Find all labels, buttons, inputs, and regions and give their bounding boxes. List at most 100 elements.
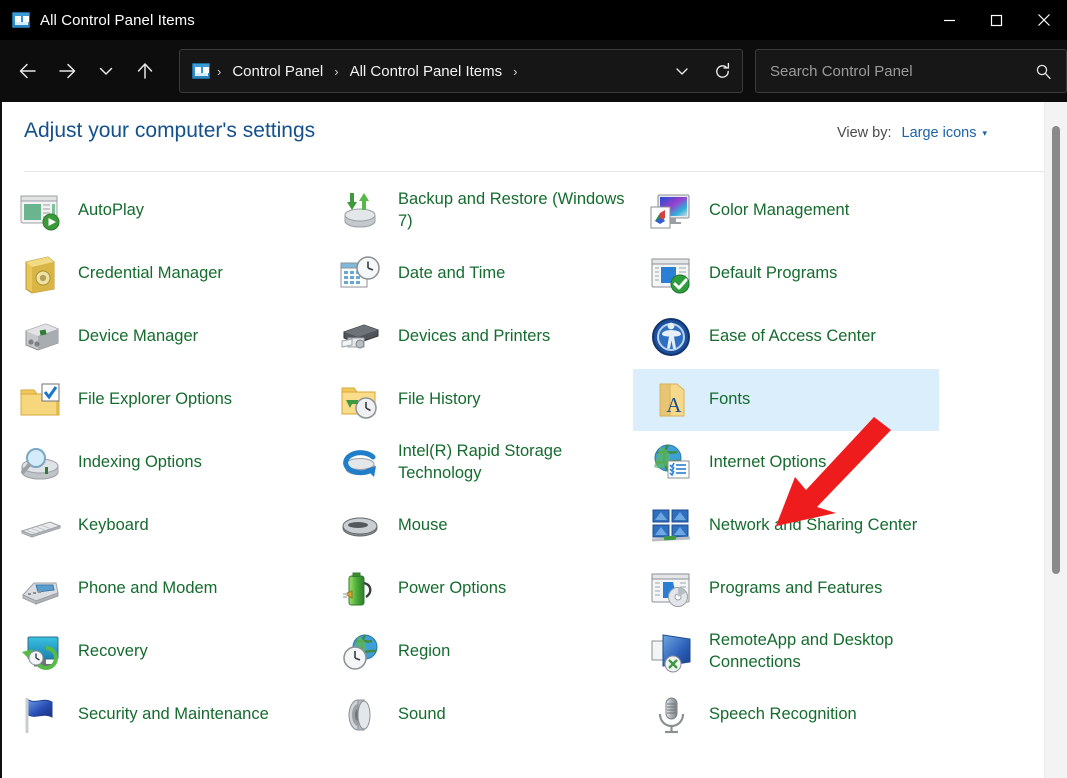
control-panel-item-label: Mouse [398,516,448,535]
maximize-button[interactable] [973,0,1020,40]
control-panel-item-devices-and-printers[interactable]: Devices and Printers [322,306,633,368]
view-by-value[interactable]: Large icons [902,125,977,141]
control-panel-item-label: Programs and Features [709,579,883,598]
search-input[interactable]: Search Control Panel [770,63,1035,80]
control-panel-item-fonts[interactable]: A Fonts [633,369,939,431]
control-panel-item-label: Keyboard [78,516,149,535]
control-panel-item-label: File Explorer Options [78,390,233,409]
control-panel-item-label: AutoPlay [78,201,145,220]
control-panel-item-speech-recognition[interactable]: Speech Recognition [633,684,939,746]
control-panel-item-label: Internet Options [709,453,827,472]
programs-features-icon [647,565,695,613]
control-panel-item-label: RemoteApp and Desktop Connections [709,631,894,671]
breadcrumb-control-panel[interactable]: Control Panel [228,60,327,83]
speech-recognition-icon [647,691,695,739]
control-panel-item-autoplay[interactable]: AutoPlay [2,180,322,242]
control-panel-item-backup-and-restore-windows-7[interactable]: Backup and Restore (Windows 7) [322,180,633,242]
view-by-label: View by: [836,125,892,141]
close-button[interactable] [1020,0,1067,40]
caption-buttons [926,0,1067,40]
control-panel-item-programs-and-features[interactable]: Programs and Features [633,558,939,620]
up-button[interactable] [126,51,165,91]
control-panel-item-file-explorer-options[interactable]: File Explorer Options [2,369,322,431]
control-panel-item-sound[interactable]: Sound [322,684,633,746]
control-panel-item-security-and-maintenance[interactable]: Security and Maintenance [2,684,322,746]
control-panel-item-phone-and-modem[interactable]: Phone and Modem [2,558,322,620]
window-title: All Control Panel Items [40,11,195,29]
back-button[interactable] [8,51,47,91]
breadcrumb-separator: › [217,63,222,79]
recovery-icon [16,628,64,676]
control-panel-item-remoteapp-and-desktop-connections[interactable]: RemoteApp and Desktop Connections [633,621,939,683]
sound-icon [336,691,384,739]
control-panel-item-grid: AutoPlay Credential Manager Device Manag… [2,180,1042,778]
title-bar: All Control Panel Items [0,0,1067,40]
default-programs-icon [647,250,695,298]
control-panel-item-default-programs[interactable]: Default Programs [633,243,939,305]
vertical-scrollbar[interactable] [1044,102,1067,778]
credential-manager-icon [16,250,64,298]
control-panel-item-label: Credential Manager [78,264,223,283]
control-panel-item-label: Phone and Modem [78,579,218,598]
intel-rst-icon [336,439,384,487]
control-panel-item-color-management[interactable]: Color Management [633,180,939,242]
remoteapp-icon [647,628,695,676]
search-box[interactable]: Search Control Panel [755,49,1067,93]
backup-restore-icon [336,187,384,235]
control-panel-item-device-manager[interactable]: Device Manager [2,306,322,368]
page-title: Adjust your computer's settings [24,119,316,142]
control-panel-item-indexing-options[interactable]: Indexing Options [2,432,322,494]
address-bar[interactable]: › Control Panel › All Control Panel Item… [179,49,743,93]
security-maintenance-icon [16,691,64,739]
control-panel-item-keyboard[interactable]: Keyboard [2,495,322,557]
minimize-button[interactable] [926,0,973,40]
control-panel-item-internet-options[interactable]: Internet Options [633,432,939,494]
control-panel-item-file-history[interactable]: File History [322,369,633,431]
control-panel-item-label: Fonts [709,390,751,409]
breadcrumb-separator: › [334,63,339,79]
control-panel-item-region[interactable]: Region [322,621,633,683]
content-area: Adjust your computer's settings View by:… [0,102,1067,778]
control-panel-item-label: Devices and Printers [398,327,551,346]
control-panel-item-label: Color Management [709,201,850,220]
scrollbar-thumb[interactable] [1052,126,1060,574]
network-sharing-icon [647,502,695,550]
control-panel-item-label: Date and Time [398,264,506,283]
device-manager-icon [16,313,64,361]
control-panel-item-recovery[interactable]: Recovery [2,621,322,683]
chevron-down-icon[interactable]: ▾ [982,128,987,139]
chevron-down-icon[interactable] [662,51,702,91]
navigation-toolbar: › Control Panel › All Control Panel Item… [0,40,1067,102]
control-panel-icon [12,12,30,28]
control-panel-item-power-options[interactable]: Power Options [322,558,633,620]
control-panel-item-label: Speech Recognition [709,705,857,724]
breadcrumb-all-control-panel-items[interactable]: All Control Panel Items [346,60,507,83]
power-options-icon [336,565,384,613]
view-by-control: View by: Large icons ▾ [837,125,987,141]
internet-options-icon [647,439,695,487]
control-panel-item-label: Ease of Access Center [709,327,876,346]
control-panel-item-label: File History [398,390,481,409]
control-panel-item-network-and-sharing-center[interactable]: Network and Sharing Center [633,495,939,557]
devices-printers-icon [336,313,384,361]
control-panel-item-mouse[interactable]: Mouse [322,495,633,557]
control-panel-item-date-and-time[interactable]: Date and Time [322,243,633,305]
refresh-icon[interactable] [702,51,742,91]
header-divider [24,171,1049,172]
control-panel-item-label: Sound [398,705,446,724]
control-panel-item-intel-r-rapid-storage-technology[interactable]: Intel(R) Rapid Storage Technology [322,432,633,494]
ease-of-access-icon [647,313,695,361]
control-panel-item-label: Region [398,642,451,661]
content-header: Adjust your computer's settings View by:… [2,102,1067,172]
control-panel-item-ease-of-access-center[interactable]: Ease of Access Center [633,306,939,368]
control-panel-item-label: Indexing Options [78,453,202,472]
keyboard-icon [16,502,64,550]
recent-locations-button[interactable] [87,51,126,91]
forward-button[interactable] [47,51,86,91]
file-explorer-options-icon [16,376,64,424]
control-panel-item-label: Recovery [78,642,148,661]
search-icon[interactable] [1035,63,1052,80]
control-panel-item-label: Power Options [398,579,507,598]
control-panel-item-credential-manager[interactable]: Credential Manager [2,243,322,305]
breadcrumb-separator[interactable]: › [506,64,524,79]
